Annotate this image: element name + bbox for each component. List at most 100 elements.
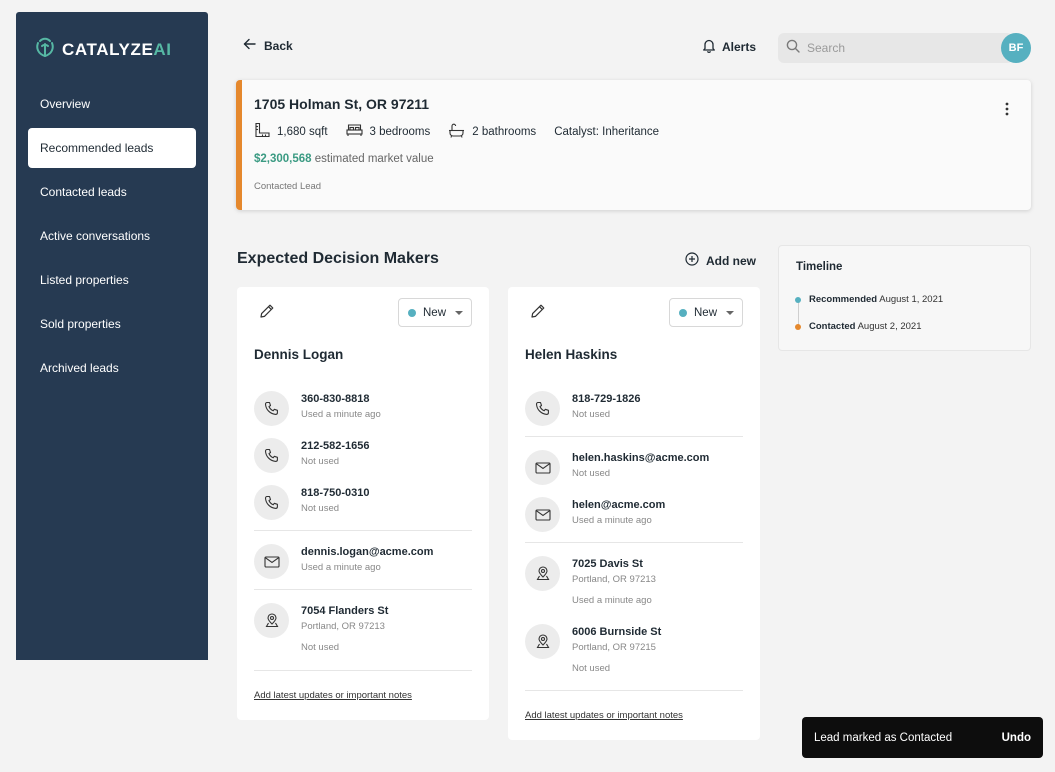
email-contact[interactable]: helen@acme.com Used a minute ago: [525, 497, 665, 532]
address-contact[interactable]: 6006 Burnside St Portland, OR 97215 Not us…: [525, 624, 661, 674]
timeline-event: Recommended August 1, 2021: [795, 294, 943, 305]
usage-status: Used a minute ago: [301, 562, 381, 573]
phone-number: 212-582-1656: [301, 440, 370, 452]
search-bar[interactable]: [778, 33, 1013, 63]
caret-down-icon: [455, 310, 464, 315]
email-address: dennis.logan@acme.com: [301, 546, 434, 558]
phone-number: 360-830-8818: [301, 393, 370, 405]
sidebar-item-label: Overview: [40, 97, 91, 111]
sidebar-item-sold-properties[interactable]: Sold properties: [28, 304, 196, 344]
status-label: New: [423, 306, 447, 319]
search-icon: [786, 39, 800, 58]
avatar[interactable]: BF: [1001, 33, 1031, 63]
status-dropdown[interactable]: New: [398, 298, 472, 327]
phone-icon: [254, 438, 289, 473]
sidebar-item-label: Contacted leads: [40, 185, 127, 199]
add-new-button[interactable]: Add new: [685, 252, 756, 269]
phone-icon: [254, 485, 289, 520]
alerts-label: Alerts: [722, 40, 757, 54]
arrow-left-icon: [243, 38, 256, 53]
usage-status: Not used: [301, 456, 340, 467]
usage-status: Not used: [572, 468, 611, 479]
usage-status: Not used: [301, 642, 340, 653]
section-title: Expected Decision Makers: [237, 250, 439, 267]
back-label: Back: [264, 38, 293, 53]
phone-contact[interactable]: 212-582-1656 Not used: [254, 438, 370, 473]
street-address: 7025 Davis St: [572, 558, 643, 570]
bathrooms-label: 2 bathrooms: [472, 125, 537, 138]
property-bedrooms: 3 bedrooms: [345, 123, 431, 140]
sidebar-item-active-conversations[interactable]: Active conversations: [28, 216, 196, 256]
avatar-initials: BF: [1008, 42, 1024, 54]
property-specs: 1,680 sqft 3 bedrooms 2 bathrooms Cataly…: [254, 122, 659, 141]
divider: [254, 589, 472, 590]
phone-contact[interactable]: 818-729-1826 Not used: [525, 391, 641, 426]
sidebar-item-label: Recommended leads: [40, 141, 154, 155]
bell-icon: [702, 38, 716, 56]
person-name: Helen Haskins: [525, 347, 618, 362]
decision-maker-card: New Helen Haskins 818-729-1826 Not used h…: [508, 287, 760, 740]
location-pin-icon: [525, 624, 560, 659]
phone-contact[interactable]: 360-830-8818 Used a minute ago: [254, 391, 381, 426]
sidebar-item-contacted-leads[interactable]: Contacted leads: [28, 172, 196, 212]
status-dot: [408, 308, 416, 317]
usage-status: Used a minute ago: [301, 409, 381, 420]
timeline-event: Contacted August 2, 2021: [795, 321, 922, 332]
add-new-label: Add new: [706, 253, 756, 268]
sidebar-item-listed-properties[interactable]: Listed properties: [28, 260, 196, 300]
sidebar-item-overview[interactable]: Overview: [28, 84, 196, 124]
toast-notification: Lead marked as Contacted Undo: [802, 717, 1043, 758]
more-options-icon[interactable]: [1005, 102, 1009, 121]
plus-circle-icon: [685, 252, 699, 269]
add-notes-link[interactable]: Add latest updates or important notes: [525, 710, 683, 721]
email-contact[interactable]: helen.haskins@acme.com Not used: [525, 450, 709, 485]
street-address: 7054 Flanders St: [301, 605, 389, 617]
search-input[interactable]: [807, 41, 997, 55]
divider: [254, 670, 472, 671]
sidebar: CATALYZEAI Overview Recommended leads Co…: [16, 12, 208, 660]
ruler-icon: [254, 122, 270, 141]
email-address: helen@acme.com: [572, 499, 666, 511]
usage-status: Not used: [301, 503, 340, 514]
email-contact[interactable]: dennis.logan@acme.com Used a minute ago: [254, 544, 433, 579]
sqft-label: 1,680 sqft: [277, 125, 328, 138]
status-label: New: [694, 306, 718, 319]
back-button[interactable]: Back: [243, 38, 293, 53]
phone-number: 818-729-1826: [572, 393, 641, 405]
sidebar-item-label: Active conversations: [40, 229, 151, 243]
property-sqft: 1,680 sqft: [254, 122, 328, 141]
bedrooms-label: 3 bedrooms: [369, 125, 431, 138]
undo-button[interactable]: Undo: [1002, 732, 1031, 744]
city-state-zip: Portland, OR 97213: [572, 574, 656, 585]
sidebar-nav: Overview Recommended leads Contacted lea…: [28, 84, 196, 392]
sidebar-item-archived-leads[interactable]: Archived leads: [28, 348, 196, 388]
address-contact[interactable]: 7054 Flanders St Portland, OR 97213 Not us…: [254, 603, 388, 653]
edit-pencil-icon[interactable]: [259, 303, 275, 324]
phone-icon: [254, 391, 289, 426]
email-address: helen.haskins@acme.com: [572, 452, 710, 464]
status-dropdown[interactable]: New: [669, 298, 743, 327]
alerts-button[interactable]: Alerts: [702, 38, 756, 56]
property-value: $2,300,568 estimated market value: [254, 153, 434, 165]
divider: [525, 690, 743, 691]
decision-maker-card: New Dennis Logan 360-830-8818 Used a minu…: [237, 287, 489, 720]
sidebar-item-label: Listed properties: [40, 273, 129, 287]
street-address: 6006 Burnside St: [572, 626, 662, 638]
location-pin-icon: [254, 603, 289, 638]
property-catalyst: Catalyst: Inheritance: [554, 126, 659, 138]
phone-contact[interactable]: 818-750-0310 Not used: [254, 485, 370, 520]
brand-logo[interactable]: CATALYZEAI: [34, 36, 172, 63]
edit-pencil-icon[interactable]: [530, 303, 546, 324]
usage-status: Used a minute ago: [572, 515, 652, 526]
catalyst-label: Catalyst: Inheritance: [554, 125, 660, 138]
mail-icon: [254, 544, 289, 579]
add-notes-link[interactable]: Add latest updates or important notes: [254, 690, 412, 701]
status-dot: [679, 308, 687, 317]
divider: [525, 542, 743, 543]
bathtub-icon: [448, 123, 465, 141]
address-contact[interactable]: 7025 Davis St Portland, OR 97213 Used a mi…: [525, 556, 656, 606]
timeline-dot: [795, 323, 801, 330]
mail-icon: [525, 497, 560, 532]
sidebar-item-recommended-leads[interactable]: Recommended leads: [28, 128, 196, 168]
property-card: 1705 Holman St, OR 97211 1,680 sqft 3 be…: [236, 80, 1031, 210]
